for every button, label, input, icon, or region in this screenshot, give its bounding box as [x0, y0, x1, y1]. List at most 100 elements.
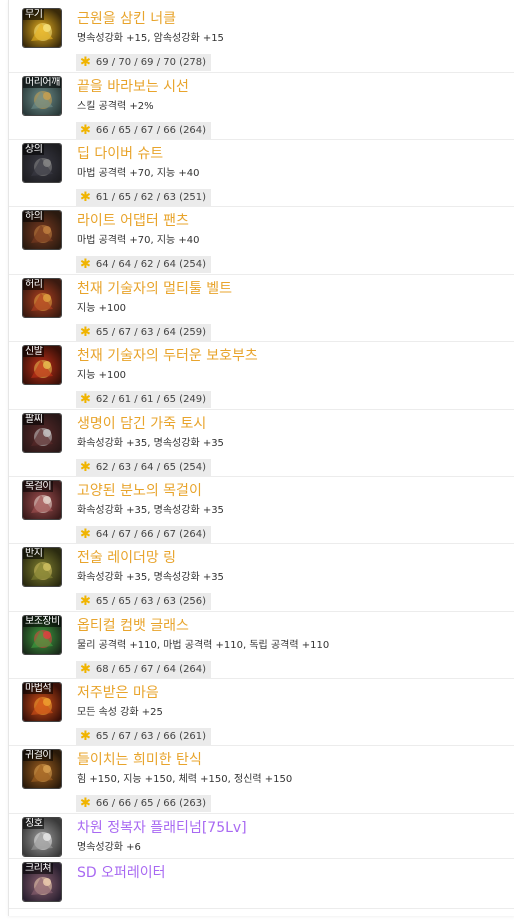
item-icon[interactable]: 목걸이 [22, 480, 62, 520]
item-stat-text: 마법 공격력 +70, 지능 +40 [77, 235, 200, 246]
item-score-badge: ✱ 64 / 67 / 66 / 67 (264) [76, 526, 212, 543]
star-icon: ✱ [80, 392, 91, 407]
item-score-text: 64 / 67 / 66 / 67 (264) [95, 529, 207, 540]
star-icon: ✱ [80, 123, 91, 138]
item-score-text: 65 / 67 / 63 / 66 (261) [95, 731, 207, 742]
item-slot-label: 반지 [23, 548, 45, 559]
item-icon[interactable]: 칭호 [22, 817, 62, 857]
item-name-link[interactable]: 천재 기술자의 두터운 보호부츠 [77, 347, 258, 365]
equipment-row[interactable]: 머리어깨 끝을 바라보는 시선스킬 공격력 +2% ✱ 66 / 65 / 67 / … [9, 72, 514, 140]
item-score-badge: ✱ 69 / 70 / 69 / 70 (278) [76, 54, 212, 71]
item-icon[interactable]: 머리어깨 [22, 76, 62, 116]
item-slot-label: 팔찌 [23, 414, 45, 425]
item-slot-label: 귀걸이 [23, 750, 54, 761]
item-name-link[interactable]: 들이치는 희미한 탄식 [77, 751, 202, 769]
item-slot-label: 머리어깨 [23, 77, 61, 88]
item-stat-text: 마법 공격력 +70, 지능 +40 [77, 168, 200, 179]
item-score-badge: ✱ 65 / 65 / 63 / 63 (256) [76, 593, 212, 610]
item-slot-label: 신발 [23, 346, 45, 357]
item-name-link[interactable]: 근원을 삼킨 너클 [77, 10, 176, 28]
item-stat-text: 명속성강화 +6 [77, 842, 141, 853]
star-icon: ✱ [80, 460, 91, 475]
item-slot-label: 마법석 [23, 683, 54, 694]
item-name-link[interactable]: 저주받은 마음 [77, 684, 159, 702]
star-icon: ✱ [80, 55, 91, 70]
equipment-row[interactable]: 목걸이 고양된 분노의 목걸이화속성강화 +35, 명속성강화 +35 ✱ 64 / … [9, 476, 514, 544]
item-icon[interactable]: 크리쳐 [22, 862, 62, 902]
item-icon[interactable]: 허리 [22, 278, 62, 318]
equipment-row[interactable]: 크리쳐 SD 오퍼레이터 [9, 858, 514, 909]
item-score-badge: ✱ 66 / 65 / 67 / 66 (264) [76, 122, 212, 139]
item-name-link[interactable]: 끝을 바라보는 시선 [77, 78, 189, 96]
item-stat-text: 물리 공격력 +110, 마법 공격력 +110, 독립 공격력 +110 [77, 640, 330, 651]
star-icon: ✱ [80, 527, 91, 542]
equipment-row[interactable]: 귀걸이 들이치는 희미한 탄식힘 +150, 지능 +150, 체력 +150, … [9, 745, 514, 814]
item-stat-text: 스킬 공격력 +2% [77, 101, 154, 112]
item-score-text: 66 / 65 / 67 / 66 (264) [95, 125, 207, 136]
item-score-text: 64 / 64 / 62 / 64 (254) [95, 259, 207, 270]
equipment-row[interactable]: 상의 딥 다이버 슈트마법 공격력 +70, 지능 +40 ✱ 61 / 65 / 6… [9, 139, 514, 207]
item-icon[interactable]: 보조장비 [22, 615, 62, 655]
item-name-link[interactable]: 딥 다이버 슈트 [77, 145, 163, 163]
item-name-link[interactable]: 생명이 담긴 가죽 토시 [77, 415, 206, 433]
item-slot-label: 목걸이 [23, 481, 54, 492]
item-score-badge: ✱ 68 / 65 / 67 / 64 (264) [76, 661, 212, 678]
item-score-text: 61 / 65 / 62 / 63 (251) [95, 192, 207, 203]
item-slot-label: 하의 [23, 211, 45, 222]
item-slot-label: 칭호 [23, 818, 45, 829]
item-stat-text: 화속성강화 +35, 명속성강화 +35 [77, 572, 224, 583]
item-icon[interactable]: 반지 [22, 547, 62, 587]
item-score-text: 62 / 61 / 61 / 65 (249) [95, 394, 207, 405]
item-score-badge: ✱ 66 / 66 / 65 / 66 (263) [76, 795, 212, 812]
item-score-text: 62 / 63 / 64 / 65 (254) [95, 462, 207, 473]
item-icon[interactable]: 신발 [22, 345, 62, 385]
item-name-link[interactable]: 옵티컬 컴뱃 글래스 [77, 617, 189, 635]
equipment-row[interactable]: 팔찌 생명이 담긴 가죽 토시화속성강화 +35, 명속성강화 +35 ✱ 62 / … [9, 409, 514, 477]
item-name-link[interactable]: 라이트 어댑터 팬츠 [77, 212, 189, 230]
equipment-panel: 무기 근원을 삼킨 너클명속성강화 +15, 암속성강화 +15 ✱ 69 / 70 … [8, 0, 514, 916]
item-stat-text: 힘 +150, 지능 +150, 체력 +150, 정신력 +150 [77, 774, 293, 785]
item-icon[interactable]: 하의 [22, 210, 62, 250]
star-icon: ✱ [80, 729, 91, 744]
equipment-row[interactable]: 마법석 저주받은 마음 모든 속성 강화 +25 ✱ 65 / 67 / 63 / 66… [9, 678, 514, 746]
star-icon: ✱ [80, 796, 91, 811]
item-score-text: 65 / 65 / 63 / 63 (256) [95, 596, 207, 607]
item-score-text: 66 / 66 / 65 / 66 (263) [95, 798, 207, 809]
item-score-badge: ✱ 62 / 61 / 61 / 65 (249) [76, 391, 212, 408]
star-icon: ✱ [80, 190, 91, 205]
item-score-text: 68 / 65 / 67 / 64 (264) [95, 664, 207, 675]
item-stat-text: 명속성강화 +15, 암속성강화 +15 [77, 33, 224, 44]
item-score-badge: ✱ 65 / 67 / 63 / 64 (259) [76, 324, 212, 341]
item-slot-label: 보조장비 [23, 616, 61, 627]
item-name-link[interactable]: 차원 정복자 플래티넘[75Lv] [77, 819, 247, 837]
equipment-row[interactable]: 허리 천재 기술자의 멀티툴 벨트 지능 +100 ✱ 65 / 67 / 63 / 6… [9, 274, 514, 342]
item-slot-label: 상의 [23, 144, 45, 155]
equipment-row[interactable]: 칭호 차원 정복자 플래티넘[75Lv] 명속성강화 +6 [9, 813, 514, 859]
item-icon[interactable]: 마법석 [22, 682, 62, 722]
item-name-link[interactable]: 천재 기술자의 멀티툴 벨트 [77, 280, 232, 298]
item-icon[interactable]: 무기 [22, 8, 62, 48]
item-slot-label: 크리쳐 [23, 863, 54, 874]
star-icon: ✱ [80, 662, 91, 677]
item-score-badge: ✱ 61 / 65 / 62 / 63 (251) [76, 189, 212, 206]
equipment-row[interactable]: 반지 전술 레이더망 링화속성강화 +35, 명속성강화 +35 ✱ 65 / 65 … [9, 543, 514, 612]
equipment-row[interactable]: 보조장비 옵티컬 컴뱃 글래스물리 공격력 +110, 마법 공격력 +110, … [9, 611, 514, 679]
star-icon: ✱ [80, 325, 91, 340]
item-score-text: 65 / 67 / 63 / 64 (259) [95, 327, 207, 338]
item-name-link[interactable]: SD 오퍼레이터 [77, 864, 166, 882]
equipment-row[interactable]: 신발 천재 기술자의 두터운 보호부츠 지능 +100 ✱ 62 / 61 / 61 /… [9, 341, 514, 410]
item-slot-label: 무기 [23, 9, 45, 20]
star-icon: ✱ [80, 257, 91, 272]
equipment-row[interactable]: 무기 근원을 삼킨 너클명속성강화 +15, 암속성강화 +15 ✱ 69 / 70 … [9, 4, 514, 73]
item-name-link[interactable]: 고양된 분노의 목걸이 [77, 482, 202, 500]
item-score-badge: ✱ 64 / 64 / 62 / 64 (254) [76, 256, 212, 273]
equipment-row[interactable]: 하의 라이트 어댑터 팬츠마법 공격력 +70, 지능 +40 ✱ 64 / 64 /… [9, 206, 514, 275]
item-icon[interactable]: 상의 [22, 143, 62, 183]
item-icon[interactable]: 귀걸이 [22, 749, 62, 789]
item-stat-text: 화속성강화 +35, 명속성강화 +35 [77, 505, 224, 516]
item-icon[interactable]: 팔찌 [22, 413, 62, 453]
item-score-text: 69 / 70 / 69 / 70 (278) [95, 57, 207, 68]
item-name-link[interactable]: 전술 레이더망 링 [77, 549, 176, 567]
item-stat-text: 화속성강화 +35, 명속성강화 +35 [77, 438, 224, 449]
item-score-badge: ✱ 62 / 63 / 64 / 65 (254) [76, 459, 212, 476]
